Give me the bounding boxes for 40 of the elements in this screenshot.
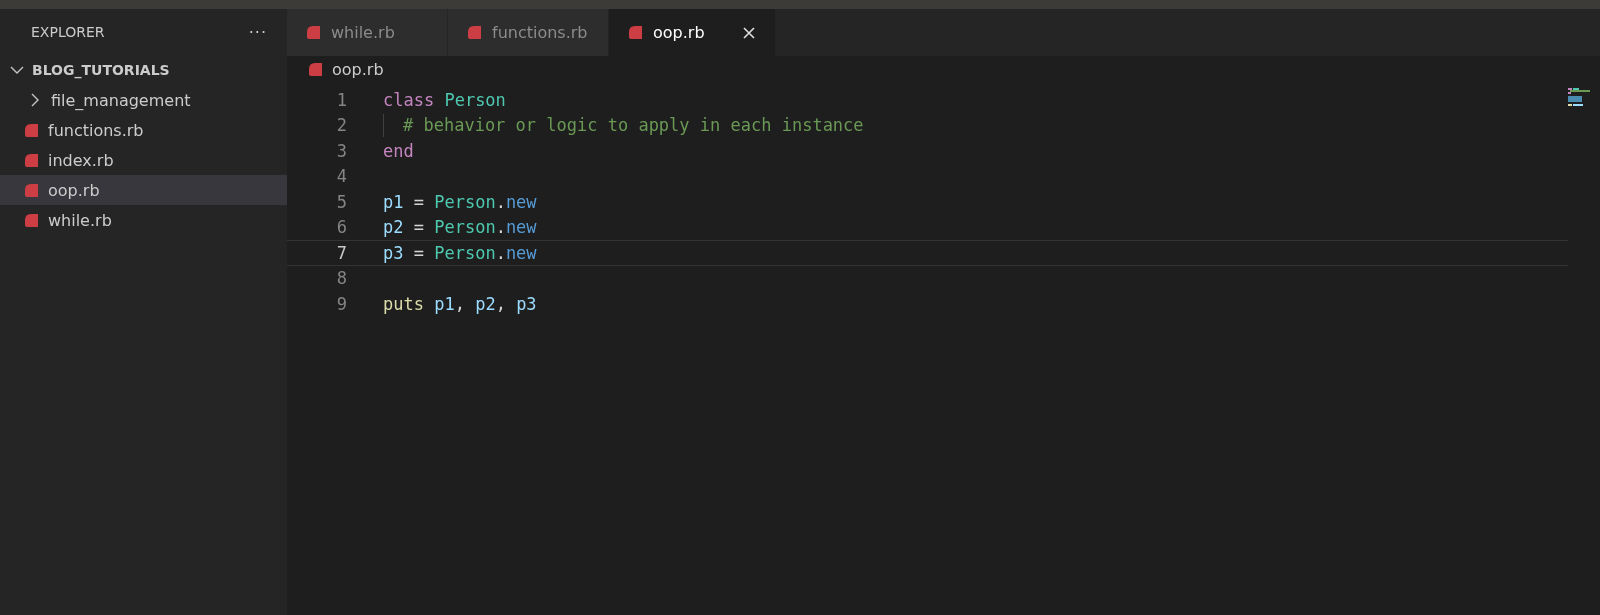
line-number: 5	[335, 191, 348, 212]
editor-tab[interactable]: oop.rb	[609, 9, 776, 56]
more-actions-button[interactable]: ···	[248, 22, 267, 42]
code-line: p3 = Person.new	[383, 241, 538, 265]
close-icon[interactable]	[742, 26, 755, 39]
line-number: 7	[335, 242, 348, 263]
code-line: class Person	[383, 88, 507, 112]
editor-tab[interactable]: while.rb	[287, 9, 448, 56]
code-line: p2 = Person.new	[383, 216, 538, 239]
file-item[interactable]: while.rb	[0, 205, 287, 235]
code-line: end	[383, 139, 415, 163]
chevron-down-icon	[10, 65, 24, 75]
chevron-right-icon	[30, 93, 40, 107]
line-number: 4	[335, 166, 348, 187]
ruby-file-icon	[25, 123, 39, 137]
code-line: puts p1, p2, p3	[383, 292, 538, 316]
ruby-file-icon	[468, 26, 482, 39]
minimap-drawing	[1568, 88, 1592, 108]
file-item[interactable]: index.rb	[0, 145, 287, 175]
folder-header[interactable]: BLOG_TUTORIALS	[0, 55, 287, 85]
file-item[interactable]: oop.rb	[0, 175, 287, 205]
ruby-file-icon	[25, 153, 39, 167]
ruby-file-icon	[309, 62, 323, 76]
breadcrumb[interactable]: oop.rb	[332, 59, 384, 79]
line-number: 1	[335, 89, 348, 110]
ruby-file-icon	[25, 213, 39, 227]
code-line: p1 = Person.new	[383, 190, 538, 214]
line-number: 3	[335, 140, 348, 161]
line-number: 9	[335, 293, 348, 314]
ruby-file-icon	[629, 26, 643, 39]
folder-item[interactable]: file_management	[0, 85, 287, 115]
line-number: 2	[335, 115, 348, 136]
line-number: 8	[335, 268, 348, 289]
code-line: # behavior or logic to apply in each instance	[383, 113, 1568, 137]
file-item[interactable]: functions.rb	[0, 115, 287, 145]
line-number: 6	[335, 217, 348, 238]
explorer-title: EXPLORER	[31, 24, 105, 40]
editor-tab[interactable]: functions.rb	[448, 9, 609, 56]
ruby-file-icon	[307, 26, 321, 39]
ruby-file-icon	[25, 183, 39, 197]
